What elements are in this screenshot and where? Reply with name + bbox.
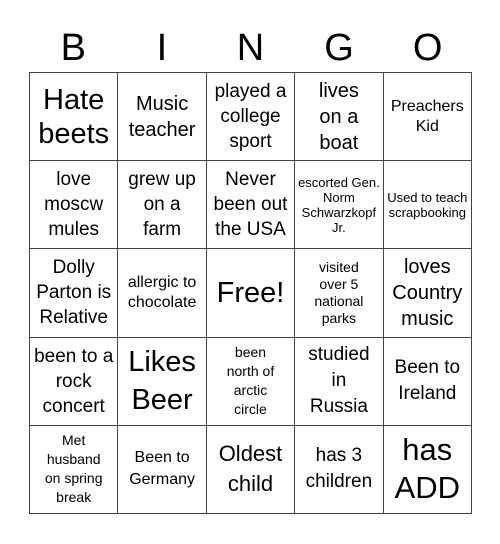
bingo-cell[interactable]: Oldest child [206, 425, 296, 514]
bingo-cell[interactable]: Been to Ireland [383, 337, 472, 426]
bingo-cell[interactable]: loves Country music [383, 249, 472, 338]
bingo-cell[interactable]: Hate beets [30, 73, 119, 162]
header-letter-o: O [412, 27, 443, 69]
bingo-cell[interactable]: Used to teach scrapbooking [383, 161, 472, 250]
bingo-cell[interactable]: escorted Gen. Norm Schwarzkopf Jr. [295, 161, 384, 250]
bingo-cell[interactable]: grew up on a farm [118, 161, 207, 250]
bingo-cell[interactable]: Been to Germany [118, 425, 207, 514]
bingo-cell[interactable]: been to a rock concert [30, 337, 119, 426]
header-letter-n: N [236, 27, 265, 69]
header-letter-i: I [156, 27, 168, 69]
bingo-grid: Hate beets Music teacher played a colleg… [29, 72, 472, 514]
header-letter-g: G [324, 27, 354, 69]
header-letter-b: B [60, 27, 86, 69]
bingo-cell[interactable]: love moscw mules [30, 161, 119, 250]
bingo-header: B I N G O [29, 24, 472, 72]
free-space[interactable]: Free! [206, 249, 296, 338]
bingo-cell[interactable]: Music teacher [118, 73, 207, 162]
bingo-cell[interactable]: been north of arctic circle [206, 337, 296, 426]
bingo-cell[interactable]: lives on a boat [295, 73, 384, 162]
bingo-cell[interactable]: studied in Russia [295, 337, 384, 426]
bingo-cell[interactable]: Preachers Kid [383, 73, 472, 162]
bingo-cell[interactable]: played a college sport [206, 73, 296, 162]
bingo-cell[interactable]: has 3 children [295, 425, 384, 514]
bingo-cell[interactable]: visited over 5 national parks [295, 249, 384, 338]
bingo-cell[interactable]: Likes Beer [118, 337, 207, 426]
bingo-cell[interactable]: Never been out the USA [206, 161, 296, 250]
bingo-cell[interactable]: Dolly Parton is Relative [30, 249, 119, 338]
bingo-cell[interactable]: allergic to chocolate [118, 249, 207, 338]
bingo-cell[interactable]: Met husband on spring break [30, 425, 119, 514]
bingo-cell[interactable]: has ADD [383, 425, 472, 514]
